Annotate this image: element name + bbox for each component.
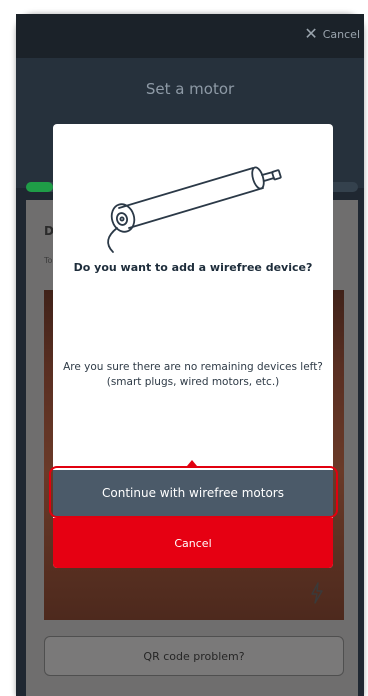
dialog-cancel-label: Cancel	[174, 536, 212, 550]
card-subtitle: To	[44, 256, 53, 265]
progress-fill	[26, 182, 53, 192]
dialog-heading: Do you want to add a wirefree device?	[73, 261, 313, 274]
close-icon: ✕	[304, 24, 318, 43]
dialog-message: Are you sure there are no remaining devi…	[63, 361, 323, 388]
highlight-pointer	[187, 460, 197, 466]
qr-code-problem-button[interactable]: QR code problem?	[44, 636, 344, 676]
flash-icon[interactable]	[310, 582, 324, 604]
qr-code-problem-label: QR code problem?	[143, 649, 245, 663]
cancel-top-button[interactable]: ✕ Cancel	[304, 26, 360, 42]
continue-button-label: Continue with wirefree motors	[102, 486, 284, 500]
motor-illustration	[107, 166, 282, 253]
dialog-cancel-button[interactable]: Cancel	[53, 518, 333, 568]
cancel-top-label: Cancel	[322, 27, 360, 41]
wirefree-dialog: Do you want to add a wirefree device? Ar…	[53, 124, 333, 568]
continue-with-wirefree-motors-button[interactable]: Continue with wirefree motors	[53, 470, 333, 516]
page-title: Set a motor	[145, 80, 235, 98]
